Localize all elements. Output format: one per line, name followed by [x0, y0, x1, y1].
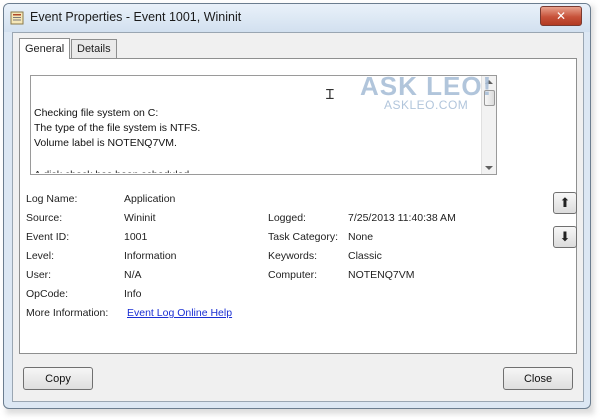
scroll-down-arrow-icon[interactable]	[485, 166, 493, 170]
close-button[interactable]: Close	[503, 367, 573, 390]
event-description-text: Checking file system on C: The type of t…	[34, 107, 201, 149]
keywords-value: Classic	[348, 250, 382, 262]
task-category-label: Task Category:	[268, 231, 339, 243]
tab-general[interactable]: General	[19, 38, 71, 59]
log-name-label: Log Name:	[26, 193, 78, 205]
event-properties-dialog: Event Properties - Event 1001, Wininit ✕…	[3, 3, 591, 409]
user-label: User:	[26, 269, 52, 281]
computer-label: Computer:	[268, 269, 318, 281]
event-id-value: 1001	[124, 231, 148, 243]
level-label: Level:	[26, 250, 55, 262]
logged-value: 7/25/2013 11:40:38 AM	[348, 212, 456, 224]
tab-details[interactable]: Details	[71, 39, 117, 58]
close-icon: ✕	[555, 9, 567, 23]
general-tab-panel: Checking file system on C: The type of t…	[19, 58, 577, 354]
event-description-partial-line: A disk check has been scheduled.	[34, 169, 192, 173]
copy-button[interactable]: Copy	[23, 367, 93, 390]
event-viewer-icon	[10, 11, 24, 25]
logged-label: Logged:	[268, 212, 306, 224]
event-log-online-help-link[interactable]: Event Log Online Help	[127, 307, 232, 319]
next-event-button[interactable]: ⬇	[553, 226, 577, 248]
source-value: Wininit	[124, 212, 156, 224]
computer-value: NOTENQ7VM	[348, 269, 415, 281]
title-bar[interactable]: Event Properties - Event 1001, Wininit ✕	[4, 4, 590, 32]
task-category-value: None	[348, 231, 374, 243]
dialog-body: General Details Checking file system on …	[12, 32, 584, 402]
arrow-down-icon: ⬇	[559, 229, 571, 244]
opcode-value: Info	[124, 288, 142, 300]
previous-event-button[interactable]: ⬆	[553, 192, 577, 214]
arrow-up-icon: ⬆	[559, 195, 571, 210]
source-label: Source:	[26, 212, 63, 224]
ask-leo-watermark: ASK LEO! ASKLEO.COM	[360, 71, 492, 112]
keywords-label: Keywords:	[268, 250, 318, 262]
opcode-label: OpCode:	[26, 288, 69, 300]
log-name-value: Application	[124, 193, 176, 205]
window-title: Event Properties - Event 1001, Wininit	[30, 10, 242, 24]
more-information-label: More Information:	[26, 307, 109, 319]
level-value: Information	[124, 250, 177, 262]
text-cursor-icon: Ɪ	[326, 86, 334, 102]
close-window-button[interactable]: ✕	[540, 6, 582, 26]
user-value: N/A	[124, 269, 142, 281]
event-id-label: Event ID:	[26, 231, 70, 243]
